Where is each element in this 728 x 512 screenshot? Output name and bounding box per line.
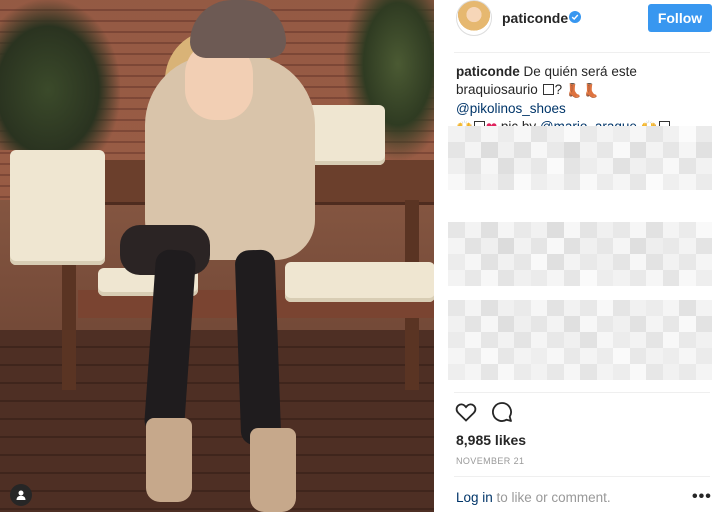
photo-person-boot <box>146 418 192 502</box>
photo-person-leg <box>234 249 282 446</box>
heart-icon[interactable] <box>454 400 478 424</box>
person-icon[interactable] <box>10 484 32 506</box>
mention-link[interactable]: @pikolinos_shoes <box>456 101 566 116</box>
post-side-panel: paticonde Follow paticonde De quién será… <box>434 0 728 512</box>
header-divider <box>454 52 710 53</box>
pixelated-comments <box>448 300 712 380</box>
post-photo[interactable] <box>0 0 434 512</box>
photo-cushion <box>10 150 105 265</box>
follow-button[interactable]: Follow <box>648 4 712 32</box>
post-date[interactable]: NOVEMBER 21 <box>456 456 524 466</box>
more-options-button[interactable]: ••• <box>692 488 712 506</box>
avatar[interactable] <box>456 0 492 36</box>
photo-person-boot <box>250 428 296 512</box>
login-link[interactable]: Log in <box>456 490 493 505</box>
actions-divider <box>454 392 710 393</box>
post-actions <box>454 400 534 426</box>
footer-divider <box>454 476 710 477</box>
caption-username[interactable]: paticonde <box>456 64 520 79</box>
photo-cushion <box>285 262 434 302</box>
login-prompt-text: to like or comment. <box>492 490 611 505</box>
missing-glyph-icon <box>542 84 554 95</box>
pixelated-comments <box>448 222 712 286</box>
login-prompt: Log in to like or comment. <box>456 490 611 505</box>
comment-bubble-icon[interactable] <box>490 400 514 424</box>
post-username[interactable]: paticonde <box>502 10 568 26</box>
post-header: paticonde Follow <box>434 0 728 38</box>
verified-badge-icon <box>569 11 581 23</box>
pixelated-comments <box>448 126 712 190</box>
boot-emoji-icon: 👢👢 <box>565 83 600 98</box>
likes-count[interactable]: 8,985 likes <box>456 432 526 448</box>
photo-plant-left <box>0 0 120 150</box>
caption-text: ? <box>554 82 566 97</box>
